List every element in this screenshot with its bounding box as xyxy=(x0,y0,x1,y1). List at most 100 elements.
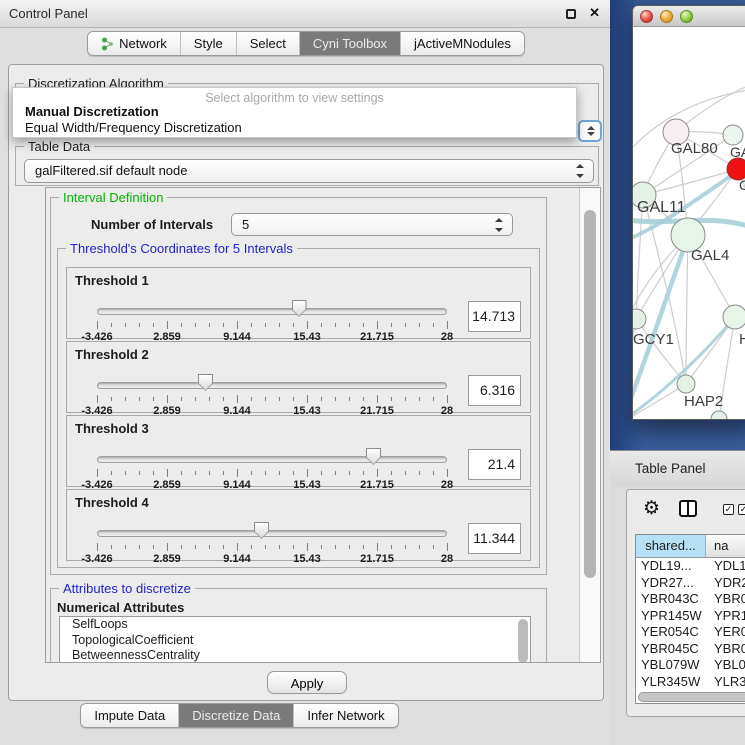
threshold-value-field[interactable]: 21.4 xyxy=(468,449,521,480)
slider-track[interactable] xyxy=(97,530,447,537)
spinner-down-icon xyxy=(587,132,595,136)
tab-network[interactable]: Network xyxy=(88,32,181,55)
table-data-label: Table Data xyxy=(24,139,94,154)
cell-shared-name: YPR145W xyxy=(636,608,706,625)
float-window-icon[interactable] xyxy=(566,9,576,19)
number-of-intervals-combo[interactable]: 5 xyxy=(231,213,513,236)
checkbox-icon[interactable]: ✓ xyxy=(738,504,745,515)
cell-name: YBL0 xyxy=(706,657,745,674)
table-row[interactable]: YBL079WYBL0 xyxy=(636,657,745,674)
table-data-combo[interactable]: galFiltered.sif default node xyxy=(24,159,594,183)
table-row[interactable]: YDL19...YDL1 xyxy=(636,558,745,575)
thresholds-group: Threshold's Coordinates for 5 Intervals … xyxy=(57,248,540,568)
network-node[interactable] xyxy=(711,411,727,419)
tab-discretize-data[interactable]: Discretize Data xyxy=(179,704,294,727)
tab-impute-data[interactable]: Impute Data xyxy=(81,704,179,727)
gear-icon[interactable]: ⚙ xyxy=(643,497,660,520)
horizontal-scrollbar[interactable] xyxy=(638,692,745,702)
tab-label: Style xyxy=(194,36,223,51)
threshold-panel: Threshold 1-3.4262.8599.14415.4321.71528… xyxy=(66,267,531,339)
tab-cyni-toolbox[interactable]: Cyni Toolbox xyxy=(300,32,401,55)
table-row[interactable]: YER054CYER0 xyxy=(636,624,745,641)
network-node[interactable] xyxy=(633,309,646,329)
cell-shared-name: YBR045C xyxy=(636,641,706,658)
cell-shared-name: YER054C xyxy=(636,624,706,641)
bottom-tab-group: Impute Data Discretize Data Infer Network xyxy=(80,703,398,728)
split-columns-icon[interactable] xyxy=(679,500,697,517)
interval-definition-label: Interval Definition xyxy=(59,190,167,205)
settings-scrollpane: Interval Definition Number of Intervals … xyxy=(45,187,601,663)
threshold-label: Threshold 3 xyxy=(75,421,149,436)
threshold-value-field[interactable]: 6.316 xyxy=(468,375,521,406)
thresholds-list: Threshold 1-3.4262.8599.14415.4321.71528… xyxy=(66,267,531,563)
network-canvas[interactable]: GAL80GACYGAL11GAL4GCY1HAHAP2 xyxy=(633,27,745,419)
column-header[interactable]: na xyxy=(706,535,745,557)
table-data-value: galFiltered.sif default node xyxy=(35,163,187,178)
slider-track[interactable] xyxy=(97,456,447,463)
vertical-scrollbar[interactable] xyxy=(579,188,600,662)
algorithm-dropdown-popup: Select algorithm to view settings Manual… xyxy=(12,87,577,138)
combo-spinner-icon xyxy=(495,218,504,232)
threshold-value-field[interactable]: 11.344 xyxy=(468,523,521,554)
network-edge[interactable] xyxy=(633,384,686,419)
algorithm-option[interactable]: Manual Discretization xyxy=(13,104,576,120)
bottom-tabbar: Impute Data Discretize Data Infer Network xyxy=(0,703,479,728)
right-region: GAL80GACYGAL11GAL4GCY1HAHAP2 Table Panel… xyxy=(610,0,745,745)
node-table[interactable]: shared...na YDL19...YDL1YDR27...YDR2YBR0… xyxy=(635,534,745,704)
threshold-panel: Threshold 2-3.4262.8599.14415.4321.71528… xyxy=(66,341,531,413)
attribute-item[interactable]: BetweennessCentrality xyxy=(60,648,530,663)
tab-style[interactable]: Style xyxy=(181,32,237,55)
tab-label: Discretize Data xyxy=(192,708,280,723)
cyni-toolbox-panel: Discretization Algorithm Table Data galF… xyxy=(8,64,604,701)
thresholds-group-label: Threshold's Coordinates for 5 Intervals xyxy=(66,241,297,256)
tab-select[interactable]: Select xyxy=(237,32,300,55)
table-panel-card: ⚙ ✓ ✓ shared...na YDL19...YDL1YDR27...YD… xyxy=(626,489,745,717)
mac-minimize-button[interactable] xyxy=(660,10,673,23)
attribute-item[interactable]: TopologicalCoefficient xyxy=(60,633,530,649)
mac-zoom-button[interactable] xyxy=(680,10,693,23)
table-panel-title: Table Panel xyxy=(610,451,745,487)
interval-definition-group: Interval Definition Number of Intervals … xyxy=(50,197,547,575)
mac-close-button[interactable] xyxy=(640,10,653,23)
number-of-intervals-label: Number of Intervals xyxy=(91,217,213,232)
network-node-label: HA xyxy=(739,331,745,348)
table-row[interactable]: YLR345WYLR3 xyxy=(636,674,745,691)
close-icon[interactable]: ✕ xyxy=(589,5,600,21)
algorithm-option[interactable]: Equal Width/Frequency Discretization xyxy=(13,120,576,136)
checkbox-icon[interactable]: ✓ xyxy=(723,504,734,515)
network-edge[interactable] xyxy=(686,235,688,384)
list-scrollbar-thumb[interactable] xyxy=(518,619,528,663)
cell-name: YPR1 xyxy=(706,608,745,625)
tab-jactivemnodules[interactable]: jActiveMNodules xyxy=(401,32,524,55)
table-row[interactable]: YDR27...YDR2 xyxy=(636,575,745,592)
tab-label: Impute Data xyxy=(94,708,165,723)
tab-label: Network xyxy=(119,36,167,51)
cell-shared-name: YDL19... xyxy=(636,558,706,575)
window-title: Control Panel xyxy=(9,6,88,21)
attributes-group-label: Attributes to discretize xyxy=(59,581,195,596)
network-node[interactable] xyxy=(723,125,743,145)
network-node-label: CY xyxy=(739,177,745,193)
scrollbar-thumb[interactable] xyxy=(584,210,596,578)
slider-track[interactable] xyxy=(97,382,447,389)
slider-track[interactable] xyxy=(97,308,447,315)
algorithm-placeholder-option[interactable]: Select algorithm to view settings xyxy=(13,88,576,104)
table-row[interactable]: YPR145WYPR1 xyxy=(636,608,745,625)
cell-name: YDR2 xyxy=(706,575,745,592)
column-header[interactable]: shared... xyxy=(636,535,706,557)
algorithm-combo-button[interactable] xyxy=(578,120,602,142)
numerical-attributes-label: Numerical Attributes xyxy=(57,600,184,615)
table-row[interactable]: YBR043CYBR0 xyxy=(636,591,745,608)
top-tabbar: Network Style SelectCyni ToolboxjActiveMNo… xyxy=(0,31,612,61)
table-row[interactable]: YBR045CYBR0 xyxy=(636,641,745,658)
numerical-attributes-list[interactable]: SelfLoopsTopologicalCoefficientBetweenne… xyxy=(59,616,531,663)
attribute-item[interactable]: SelfLoops xyxy=(60,617,530,633)
cell-name: YBR0 xyxy=(706,591,745,608)
tab-infer-network[interactable]: Infer Network xyxy=(294,704,397,727)
number-of-intervals-value: 5 xyxy=(242,217,249,232)
network-node[interactable] xyxy=(677,375,695,393)
threshold-value-field[interactable]: 14.713 xyxy=(468,301,521,332)
apply-button[interactable]: Apply xyxy=(267,671,347,694)
network-node-label: GA xyxy=(730,144,745,160)
network-node[interactable] xyxy=(723,305,745,329)
